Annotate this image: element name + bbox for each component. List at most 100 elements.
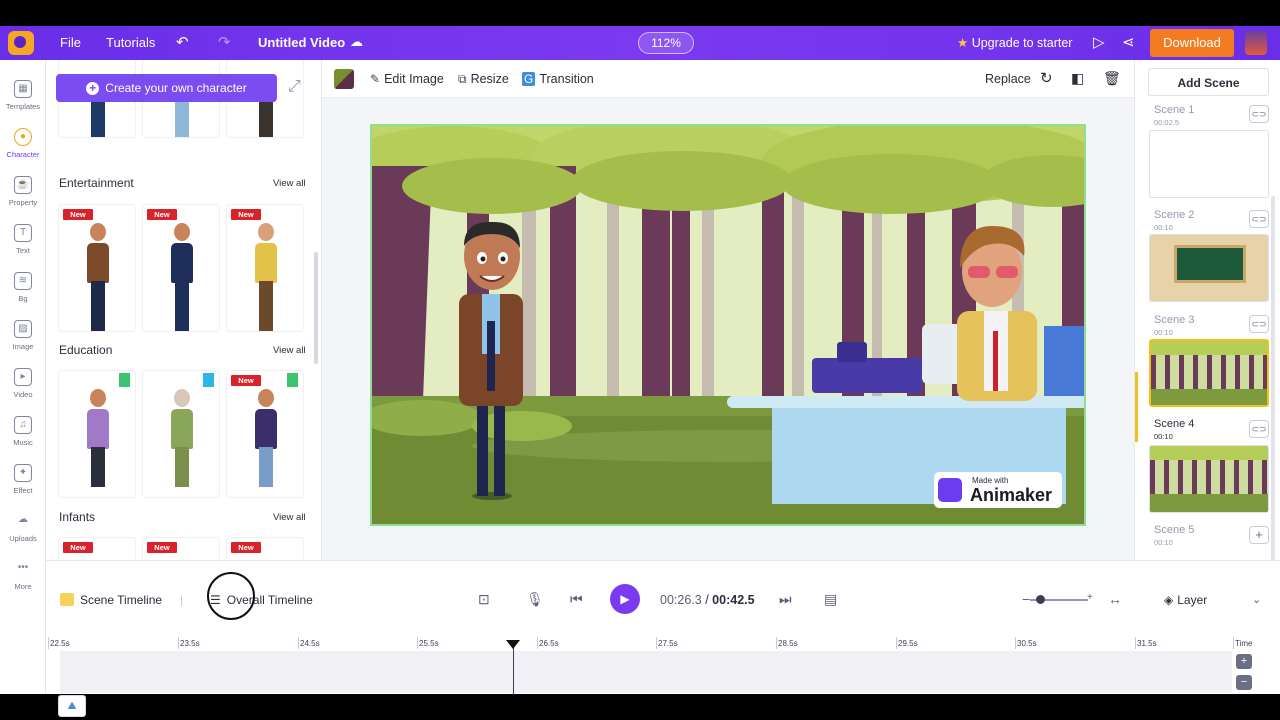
time-axis-label: Time: [1232, 637, 1253, 649]
character-card[interactable]: New: [58, 204, 136, 332]
create-character-button[interactable]: + Create your own character: [56, 74, 277, 102]
rail-character[interactable]: ● Character: [0, 128, 46, 159]
camera-focus-icon[interactable]: ⊡: [478, 591, 490, 608]
resize-button[interactable]: ⧉ Resize: [458, 72, 509, 87]
scene-name[interactable]: Scene 3: [1154, 314, 1194, 326]
skip-forward-icon[interactable]: ⏭: [779, 591, 792, 608]
undo-icon[interactable]: ↶: [176, 33, 189, 51]
file-menu[interactable]: File: [60, 35, 81, 50]
rail-more[interactable]: ••• More: [0, 560, 46, 591]
character-card[interactable]: [142, 370, 220, 498]
character-card[interactable]: New: [226, 204, 304, 332]
subtitles-icon[interactable]: ▤: [824, 591, 837, 608]
scene-name[interactable]: Scene 1: [1154, 104, 1194, 116]
bg-icon: ≋: [14, 272, 32, 290]
character-figure: [255, 223, 277, 331]
fit-width-icon[interactable]: ↔: [1108, 591, 1122, 607]
scene-thumbnail[interactable]: [1149, 130, 1269, 198]
track-zoom-in-button[interactable]: +: [1236, 654, 1252, 669]
playhead[interactable]: [506, 640, 520, 695]
transition-button[interactable]: G Transition: [522, 72, 594, 86]
add-scene-plus-icon[interactable]: +: [1249, 526, 1269, 544]
scene-list: Add Scene Scene 1 00:02.5 ⊂⊃ Scene 2 00:…: [1134, 60, 1280, 560]
view-all-entertainment[interactable]: View all: [273, 178, 306, 189]
preview-play-icon[interactable]: ▷: [1093, 33, 1105, 51]
view-all-education[interactable]: View all: [273, 345, 306, 356]
rotate-icon[interactable]: ↻: [1040, 69, 1053, 87]
slider-knob[interactable]: [1036, 595, 1045, 604]
scene-thumbnail[interactable]: [1149, 234, 1269, 302]
bookmark-icon[interactable]: [287, 373, 298, 387]
add-layer-icon[interactable]: ⛰: [58, 695, 86, 717]
transition-icon: G: [522, 72, 536, 86]
rail-video[interactable]: ▸ Video: [0, 368, 46, 399]
rail-image[interactable]: ▨ Image: [0, 320, 46, 351]
play-button[interactable]: ▶: [610, 584, 640, 614]
rail-templates[interactable]: ▦ Templates: [0, 80, 46, 111]
timeline-zoom-slider[interactable]: [1030, 595, 1088, 604]
character-card[interactable]: New: [142, 537, 220, 560]
scene-name[interactable]: Scene 4: [1154, 418, 1194, 430]
new-badge: New: [231, 209, 261, 220]
scene-thumbnail[interactable]: [1149, 445, 1269, 513]
rail-effect[interactable]: ✦ Effect: [0, 464, 46, 495]
panel-scrollbar[interactable]: [314, 252, 318, 364]
scene-link-icon[interactable]: ⊂⊃: [1249, 315, 1269, 333]
scene-thumbnail[interactable]: [1149, 339, 1269, 407]
left-rail: ▦ Templates ● Character ☕ Property T Text ≋ B…: [0, 60, 46, 694]
microphone-icon[interactable]: 🎙: [526, 591, 544, 608]
project-title[interactable]: Untitled Video: [258, 35, 345, 50]
video-icon: ▸: [14, 368, 32, 386]
scene-link-icon[interactable]: ⊂⊃: [1249, 210, 1269, 228]
rail-property[interactable]: ☕ Property: [0, 176, 46, 207]
add-scene-button[interactable]: Add Scene: [1148, 68, 1269, 96]
rail-music[interactable]: ♫ Music: [0, 416, 46, 447]
download-button[interactable]: Download: [1150, 29, 1234, 57]
delete-icon[interactable]: 🗑: [1103, 70, 1121, 87]
upgrade-link[interactable]: ★ Upgrade to starter: [957, 35, 1072, 50]
user-avatar[interactable]: [1245, 31, 1267, 55]
rail-bg[interactable]: ≋ Bg: [0, 272, 46, 303]
tutorials-menu[interactable]: Tutorials: [106, 35, 155, 50]
background-swatch[interactable]: [334, 69, 354, 89]
scene-name[interactable]: Scene 2: [1154, 209, 1194, 221]
track-zoom-out-button[interactable]: −: [1236, 675, 1252, 690]
character-card[interactable]: New: [226, 537, 304, 560]
top-bar: File Tutorials ↶ ↷ Untitled Video ☁ 112%…: [0, 26, 1280, 60]
scene-list-scrollbar[interactable]: [1271, 196, 1275, 576]
scene-name[interactable]: Scene 5: [1154, 524, 1194, 536]
rail-label: Music: [13, 438, 33, 447]
zoom-out-icon[interactable]: −: [1022, 591, 1030, 607]
timeline-track[interactable]: [60, 651, 1232, 693]
scene-timeline-tab[interactable]: Scene Timeline: [60, 593, 162, 607]
scene-link-icon[interactable]: ⊂⊃: [1249, 420, 1269, 438]
scene-link-icon[interactable]: ⊂⊃: [1249, 105, 1269, 123]
bookmark-icon[interactable]: [203, 373, 214, 387]
expand-icon[interactable]: ⤢: [288, 78, 301, 96]
rail-uploads[interactable]: ☁ Uploads: [0, 512, 46, 543]
redo-icon[interactable]: ↷: [218, 33, 231, 51]
view-all-infants[interactable]: View all: [273, 512, 306, 523]
share-icon[interactable]: ⋖: [1122, 33, 1135, 51]
zoom-in-icon[interactable]: +: [1087, 592, 1093, 603]
character-card[interactable]: New: [58, 537, 136, 560]
time-tick: 28.5s: [776, 637, 798, 649]
rail-label: Video: [13, 390, 33, 399]
character-card[interactable]: New: [226, 370, 304, 498]
skip-back-icon[interactable]: ⏮: [570, 591, 583, 608]
character-card[interactable]: New: [142, 204, 220, 332]
layer-button[interactable]: ◈ Layer: [1164, 593, 1207, 607]
scene-duration: 00:02.5: [1154, 118, 1180, 127]
zoom-level[interactable]: 112%: [638, 32, 694, 54]
text-icon: T: [14, 224, 32, 242]
bookmark-icon[interactable]: [119, 373, 130, 387]
scene-canvas[interactable]: Made with Animaker: [370, 124, 1086, 526]
character-card[interactable]: [58, 370, 136, 498]
flip-icon[interactable]: ◧: [1071, 70, 1084, 87]
animaker-logo-icon[interactable]: [8, 31, 34, 55]
chevron-down-icon[interactable]: ⌄: [1252, 593, 1261, 606]
edit-image-button[interactable]: ✎ Edit Image: [370, 72, 444, 86]
replace-button[interactable]: Replace: [985, 72, 1031, 86]
scene-timeline-label: Scene Timeline: [80, 593, 163, 607]
rail-text[interactable]: T Text: [0, 224, 46, 255]
